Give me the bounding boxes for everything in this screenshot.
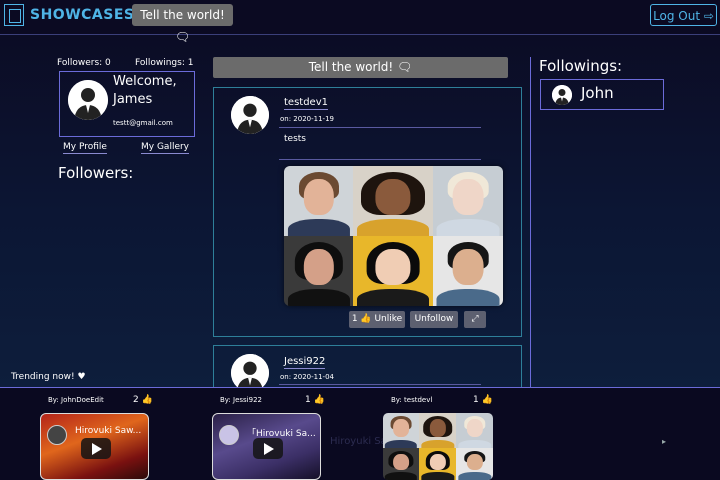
- logout-button[interactable]: Log Out ⇨: [650, 4, 717, 26]
- following-user-name[interactable]: John: [581, 84, 614, 102]
- play-icon[interactable]: [81, 438, 111, 459]
- post-author-name[interactable]: Jessi922: [284, 356, 326, 369]
- divider: [279, 384, 481, 385]
- carousel-next-icon[interactable]: ▸: [662, 437, 666, 446]
- my-profile-link[interactable]: My Profile: [63, 142, 107, 154]
- my-gallery-link[interactable]: My Gallery: [141, 142, 190, 154]
- grid-image[interactable]: [433, 236, 503, 306]
- unlike-button[interactable]: 1 👍 Unlike: [349, 311, 405, 328]
- divider: [279, 159, 481, 160]
- following-avatar-icon[interactable]: [552, 85, 572, 105]
- tell-world-button[interactable]: Tell the world! 🗨: [132, 4, 233, 44]
- brand-name[interactable]: SHOWCASES: [30, 7, 134, 23]
- followers-count: Followers: 0: [57, 58, 111, 68]
- channel-avatar-icon: [219, 425, 239, 445]
- post-author-name[interactable]: testdev1: [284, 97, 328, 110]
- trending-video-thumbnail[interactable]: Hirovuki Saw...: [40, 413, 149, 480]
- trending-image-grid[interactable]: [383, 413, 493, 480]
- trending-author: By: Jessi922: [220, 396, 262, 404]
- grid-image[interactable]: [383, 448, 419, 480]
- grid-image[interactable]: [353, 166, 433, 236]
- trending-author: By: testdevl: [391, 396, 433, 404]
- post-text: tests: [284, 134, 306, 144]
- post-author-avatar-icon[interactable]: [231, 96, 269, 134]
- expand-icon[interactable]: ⤢: [464, 311, 486, 328]
- post-image-grid[interactable]: [284, 166, 503, 306]
- channel-avatar-icon: [47, 425, 67, 445]
- grid-image[interactable]: [419, 448, 456, 480]
- user-avatar-icon: [68, 80, 108, 120]
- unfollow-button[interactable]: Unfollow: [410, 311, 458, 328]
- logo-icon[interactable]: [4, 4, 24, 26]
- video-title: Hirovuki Saw...: [75, 426, 142, 436]
- followers-heading: Followers:: [58, 164, 134, 182]
- welcome-message: Welcome, James: [113, 74, 177, 107]
- grid-image[interactable]: [456, 448, 493, 480]
- divider: [279, 127, 481, 128]
- grid-image[interactable]: [456, 413, 493, 448]
- trending-author: By: JohnDoeEdit: [48, 396, 104, 404]
- grid-image[interactable]: [383, 413, 419, 448]
- faded-carousel-text: Hiroyuki Sa: [330, 436, 387, 447]
- trending-label: Trending now! ♥: [11, 372, 86, 382]
- trending-like-count[interactable]: 2 👍: [133, 395, 153, 405]
- post-date: on: 2020-11-19: [280, 115, 334, 123]
- post-date: on: 2020-11-04: [280, 373, 334, 381]
- grid-image[interactable]: [419, 413, 456, 448]
- trending-like-count[interactable]: 1 👍: [473, 395, 493, 405]
- tell-world-main-button[interactable]: Tell the world! 🗨: [213, 57, 508, 78]
- column-divider: [530, 57, 531, 387]
- grid-image[interactable]: [284, 236, 353, 306]
- grid-image[interactable]: [284, 166, 353, 236]
- followings-heading: Followings:: [539, 57, 623, 75]
- trending-like-count[interactable]: 1 👍: [305, 395, 325, 405]
- play-icon[interactable]: [253, 438, 283, 459]
- grid-image[interactable]: [433, 166, 503, 236]
- user-email: testt@gmail.com: [113, 119, 173, 127]
- trending-video-thumbnail[interactable]: 「Hirovuki Sa...: [212, 413, 321, 480]
- followings-count: Followings: 1: [135, 58, 194, 68]
- grid-image[interactable]: [353, 236, 433, 306]
